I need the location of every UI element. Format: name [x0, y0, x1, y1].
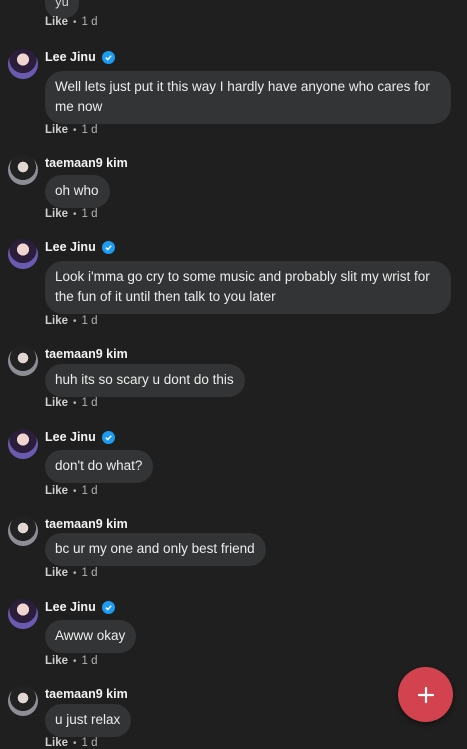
- comment-bubble: Look i'mma go cry to some music and prob…: [45, 261, 451, 314]
- timestamp: 1 d: [81, 124, 98, 136]
- separator-dot: •: [73, 208, 77, 220]
- timestamp: 1 d: [81, 737, 98, 749]
- comment-bubble: Well lets just put it this way I hardly …: [45, 71, 451, 124]
- comment-bubble: oh who: [45, 175, 110, 208]
- separator-dot: •: [73, 16, 77, 28]
- verified-badge-icon: [101, 430, 115, 444]
- like-button[interactable]: Like: [45, 567, 68, 579]
- like-button[interactable]: Like: [45, 737, 68, 749]
- avatar[interactable]: [8, 686, 38, 716]
- comment-thread: yu Like • 1 d Lee Jinu Well lets just pu…: [0, 0, 467, 749]
- timestamp: 1 d: [81, 397, 98, 409]
- comment-text: Awww okay: [55, 628, 126, 643]
- timestamp: 1 d: [81, 655, 98, 667]
- add-comment-button[interactable]: [398, 667, 453, 722]
- comment-text: Look i'mma go cry to some music and prob…: [55, 269, 430, 304]
- comment-text: Well lets just put it this way I hardly …: [55, 79, 430, 114]
- comment-bubble: don't do what?: [45, 450, 154, 483]
- separator-dot: •: [73, 567, 77, 579]
- avatar[interactable]: [8, 346, 38, 376]
- comment-text: bc ur my one and only best friend: [55, 541, 255, 556]
- avatar[interactable]: [8, 599, 38, 629]
- comment-meta: Like • 1 d: [45, 655, 98, 667]
- author-name[interactable]: taemaan9 kim: [45, 517, 128, 531]
- like-button[interactable]: Like: [45, 16, 68, 28]
- comment-meta: Like • 1 d: [45, 737, 98, 749]
- author-name[interactable]: taemaan9 kim: [45, 156, 128, 170]
- avatar[interactable]: [8, 429, 38, 459]
- separator-dot: •: [73, 485, 77, 497]
- timestamp: 1 d: [81, 485, 98, 497]
- comment-meta: Like • 1 d: [45, 16, 98, 28]
- verified-badge-icon: [101, 600, 115, 614]
- comment-bubble: huh its so scary u dont do this: [45, 364, 245, 397]
- author-name[interactable]: taemaan9 kim: [45, 347, 128, 361]
- comment-text: u just relax: [55, 712, 121, 727]
- separator-dot: •: [73, 397, 77, 409]
- timestamp: 1 d: [81, 208, 98, 220]
- timestamp: 1 d: [81, 315, 98, 327]
- comment-bubble: u just relax: [45, 704, 132, 737]
- comment-text: huh its so scary u dont do this: [55, 372, 234, 387]
- comment-meta: Like • 1 d: [45, 124, 98, 136]
- avatar[interactable]: [8, 516, 38, 546]
- verified-badge-icon: [101, 50, 115, 64]
- comment-text: don't do what?: [55, 458, 143, 473]
- author-name[interactable]: Lee Jinu: [45, 240, 96, 254]
- like-button[interactable]: Like: [45, 124, 68, 136]
- separator-dot: •: [73, 737, 77, 749]
- comment-text: yu: [55, 0, 69, 9]
- timestamp: 1 d: [81, 567, 98, 579]
- like-button[interactable]: Like: [45, 397, 68, 409]
- comment-text: oh who: [55, 183, 99, 198]
- author-name[interactable]: Lee Jinu: [45, 50, 96, 64]
- author-name[interactable]: Lee Jinu: [45, 600, 96, 614]
- like-button[interactable]: Like: [45, 485, 68, 497]
- separator-dot: •: [73, 655, 77, 667]
- like-button[interactable]: Like: [45, 655, 68, 667]
- comment-meta: Like • 1 d: [45, 315, 98, 327]
- separator-dot: •: [73, 124, 77, 136]
- author-name[interactable]: taemaan9 kim: [45, 687, 128, 701]
- plus-icon: [417, 686, 434, 703]
- like-button[interactable]: Like: [45, 208, 68, 220]
- comment-meta: Like • 1 d: [45, 485, 98, 497]
- comment-bubble: bc ur my one and only best friend: [45, 533, 266, 566]
- comment-bubble: Awww okay: [45, 620, 137, 653]
- separator-dot: •: [73, 315, 77, 327]
- avatar[interactable]: [8, 155, 38, 185]
- comment-meta: Like • 1 d: [45, 397, 98, 409]
- avatar[interactable]: [8, 239, 38, 269]
- avatar[interactable]: [8, 49, 38, 79]
- like-button[interactable]: Like: [45, 315, 68, 327]
- comment-meta: Like • 1 d: [45, 567, 98, 579]
- comment-meta: Like • 1 d: [45, 208, 98, 220]
- verified-badge-icon: [101, 240, 115, 254]
- timestamp: 1 d: [81, 16, 98, 28]
- author-name[interactable]: Lee Jinu: [45, 430, 96, 444]
